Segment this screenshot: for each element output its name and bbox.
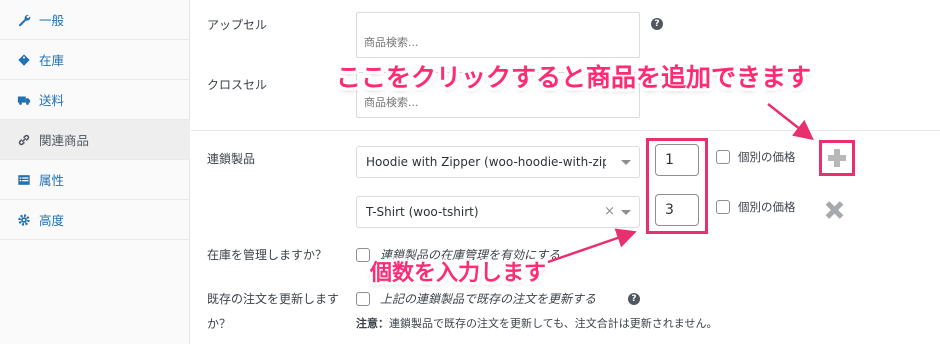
plus-icon (828, 149, 846, 167)
link-icon (16, 132, 32, 148)
remove-linked-product-icon[interactable] (825, 201, 843, 219)
quantity-highlight-box (646, 138, 708, 234)
chevron-down-icon (621, 160, 631, 165)
linked-products-panel: アップセル ? クロスセル 連鎖製品 Hoodie with Zipper (w… (191, 0, 940, 344)
update-orders-note: 注意：連鎖製品で既存の注文を更新しても、注文合計は更新されません。 (356, 317, 717, 331)
tab-general[interactable]: 一般 (0, 0, 190, 40)
linked-product-select-1[interactable]: Hoodie with Zipper (woo-hoodie-with-zip.… (356, 146, 640, 178)
manage-stock-checkbox[interactable] (356, 248, 370, 262)
tab-label: 属性 (39, 173, 65, 188)
selected-product: T-Shirt (woo-tshirt) (366, 205, 479, 219)
update-orders-checkbox[interactable] (356, 292, 370, 306)
add-linked-product-button[interactable] (819, 140, 855, 176)
update-orders-help-icon[interactable]: ? (628, 293, 640, 305)
update-orders-option: 上記の連鎖製品で既存の注文を更新する (380, 292, 597, 306)
truck-icon (16, 92, 32, 108)
upsell-search-field[interactable] (356, 12, 640, 58)
update-orders-label-line2: か？ (207, 317, 232, 331)
individual-price-label-2: 個別の価格 (738, 200, 796, 214)
upsell-label: アップセル (207, 18, 268, 32)
list-icon (16, 172, 32, 188)
tab-label: 送料 (39, 93, 65, 108)
individual-price-checkbox-2[interactable] (716, 200, 730, 214)
tab-shipping[interactable]: 送料 (0, 80, 190, 120)
upsell-help-icon[interactable]: ? (651, 18, 663, 30)
wrench-icon (16, 12, 32, 28)
update-orders-label-line1: 既存の注文を更新します (207, 292, 340, 306)
annotation-add-product: ここをクリックすると商品を追加できます (336, 63, 812, 92)
individual-price-checkbox-1[interactable] (716, 150, 730, 164)
annotation-enter-quantity: 個数を入力します (370, 261, 547, 286)
section-divider (191, 130, 940, 131)
note-text: 連鎖製品で既存の注文を更新しても、注文合計は更新されません。 (389, 317, 718, 330)
gear-icon (16, 212, 32, 228)
upsell-search-input[interactable] (357, 13, 639, 57)
selected-product: Hoodie with Zipper (woo-hoodie-with-zip.… (366, 155, 606, 169)
linked-product-select-2[interactable]: T-Shirt (woo-tshirt) × (356, 196, 640, 228)
product-data-tabs: 一般 在庫 送料 関連商品 属性 高度 (0, 0, 190, 344)
crosssell-label: クロスセル (207, 78, 268, 92)
tab-label: 関連商品 (39, 133, 90, 148)
tab-advanced[interactable]: 高度 (0, 200, 190, 240)
individual-price-label-1: 個別の価格 (738, 150, 796, 164)
clear-selection-icon[interactable]: × (604, 204, 615, 219)
note-prefix: 注意： (356, 317, 389, 330)
tab-label: 在庫 (39, 53, 65, 68)
tab-linked-products[interactable]: 関連商品 (0, 120, 190, 160)
tab-label: 一般 (39, 13, 65, 28)
product-data-panel: 一般 在庫 送料 関連商品 属性 高度 アップセル 商品検索... ? クロスセ… (0, 0, 940, 344)
linked-products-label: 連鎖製品 (207, 152, 256, 166)
manage-stock-label: 在庫を管理しますか？ (207, 248, 328, 262)
tab-label: 高度 (39, 213, 65, 228)
chevron-down-icon (621, 210, 631, 215)
tab-attributes[interactable]: 属性 (0, 160, 190, 200)
tag-icon (16, 52, 32, 68)
tab-inventory[interactable]: 在庫 (0, 40, 190, 80)
